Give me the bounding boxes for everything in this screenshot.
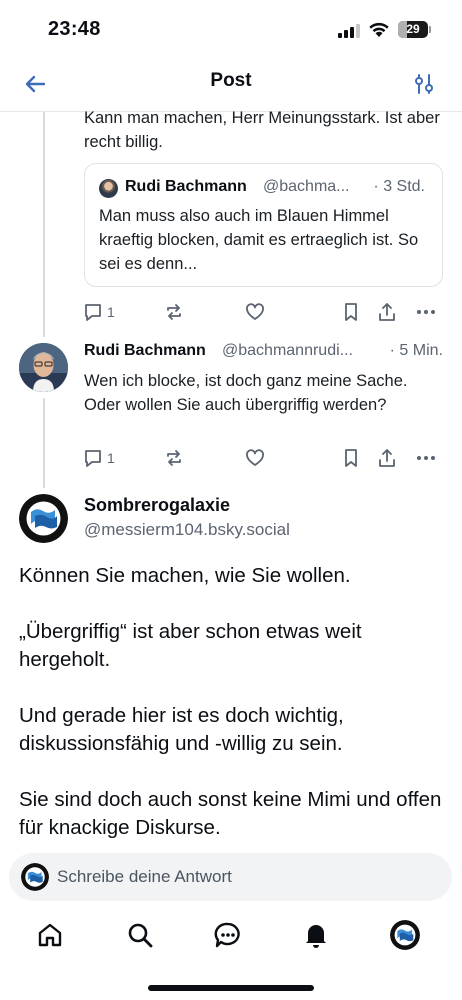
chat-icon (214, 922, 240, 948)
main-post-paragraph: „Übergriffig“ ist aber schon etwas weit … (19, 620, 362, 671)
antifa-logo-icon (21, 863, 49, 891)
quote-time: · 3 Std. (373, 178, 425, 195)
share-button[interactable] (376, 446, 398, 470)
main-post-paragraph: Und gerade hier ist es doch wichtig, dis… (19, 704, 344, 755)
home-indicator (148, 985, 314, 991)
wifi-icon (369, 22, 389, 37)
tab-search[interactable] (122, 917, 158, 953)
share-button[interactable] (376, 300, 398, 324)
battery-tip (429, 26, 431, 33)
sliders-icon[interactable] (410, 70, 438, 98)
repost-button[interactable] (163, 446, 185, 470)
home-icon (38, 923, 62, 947)
quote-handle: @bachma... (263, 178, 350, 195)
reply-button[interactable]: 1 (82, 446, 115, 470)
reply-button[interactable]: 1 (82, 300, 115, 324)
reply-icon (85, 450, 101, 467)
more-icon (417, 310, 435, 314)
post-author[interactable]: Rudi Bachmann (84, 342, 206, 360)
tab-chat[interactable] (210, 917, 246, 953)
more-icon (417, 456, 435, 460)
thread-line-top (43, 112, 45, 337)
status-bar: 23:48 29 (0, 0, 462, 62)
more-button[interactable] (415, 300, 437, 324)
heart-icon (246, 449, 264, 466)
bottom-tab-bar (0, 905, 462, 965)
bookmark-button[interactable] (340, 446, 362, 470)
repost-icon (167, 304, 181, 320)
reply-count: 1 (107, 304, 115, 320)
post-actions: 1 (82, 300, 444, 324)
tab-notifications[interactable] (298, 917, 334, 953)
heart-icon (246, 303, 264, 320)
quote-author: Rudi Bachmann (125, 178, 247, 195)
antifa-logo-icon (19, 494, 68, 543)
tab-profile[interactable] (387, 917, 423, 953)
search-icon (128, 923, 153, 948)
post-text: Wen ich blocke, ist doch ganz meine Sach… (84, 372, 408, 414)
post-actions: 1 (82, 446, 444, 470)
share-icon (379, 449, 395, 467)
quote-card[interactable]: Rudi Bachmann @bachma... · 3 Std. Man mu… (84, 163, 443, 287)
antifa-logo-icon (390, 920, 420, 950)
battery-level: 29 (406, 22, 420, 36)
like-button[interactable] (244, 446, 266, 470)
avatar-sombrero[interactable] (19, 494, 68, 543)
main-post-author[interactable]: Sombrerogalaxie (84, 495, 230, 516)
more-button[interactable] (415, 446, 437, 470)
reply-text-partial: Kann man machen, Herr Meinungsstark. Ist… (84, 109, 440, 151)
avatar-rudi[interactable] (19, 343, 68, 392)
bookmark-button[interactable] (340, 300, 362, 324)
main-post-text: Können Sie machen, wie Sie wollen. „Über… (19, 562, 449, 842)
bookmark-icon (345, 303, 357, 321)
signal-icon (338, 22, 360, 38)
profile-avatar (390, 920, 420, 950)
repost-icon (167, 450, 181, 466)
quote-avatar (99, 179, 118, 198)
reply-icon (85, 304, 101, 321)
main-post-paragraph: Können Sie machen, wie Sie wollen. (19, 564, 351, 587)
post-time: · 5 Min. (389, 342, 443, 359)
reply-count: 1 (107, 450, 115, 466)
like-button[interactable] (244, 300, 266, 324)
tab-home[interactable] (32, 917, 68, 953)
composer-avatar (21, 863, 49, 891)
post-header: Post (0, 62, 462, 112)
main-post-handle[interactable]: @messierm104.bsky.social (84, 520, 290, 540)
bell-icon (306, 925, 326, 948)
post-handle[interactable]: @bachmannrudi... (222, 342, 353, 360)
repost-button[interactable] (163, 300, 185, 324)
main-post-paragraph: Sie sind doch auch sonst keine Mimi und … (19, 788, 442, 839)
status-time: 23:48 (48, 18, 101, 40)
thread-line-middle (43, 398, 45, 488)
avatar-photo (19, 343, 68, 392)
bookmark-icon (345, 449, 357, 467)
reply-composer[interactable]: Schreibe deine Antwort (9, 853, 452, 901)
share-icon (379, 303, 395, 321)
composer-placeholder[interactable]: Schreibe deine Antwort (57, 867, 232, 887)
page-title: Post (210, 70, 252, 91)
quote-text: Man muss also auch im Blauen Himmel krae… (99, 207, 419, 273)
battery-icon: 29 (398, 21, 428, 38)
